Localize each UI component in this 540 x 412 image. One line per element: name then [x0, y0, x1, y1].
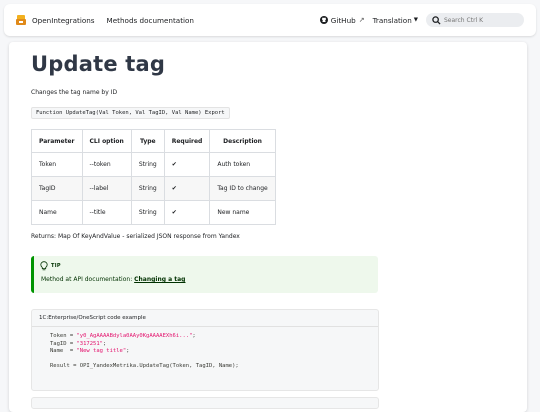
external-link-icon: ↗ [358, 16, 365, 24]
header-description: Description [209, 129, 276, 153]
table-header-row: Parameter CLI option Type Required Descr… [31, 129, 276, 153]
lightbulb-icon [40, 261, 48, 271]
github-icon [319, 16, 328, 24]
search-input[interactable] [444, 16, 516, 24]
cell-parameter: Name [31, 200, 83, 225]
cell-cli-option: --label [81, 176, 132, 201]
tip-body: Method at API documentation: Changing a … [41, 276, 185, 283]
cell-cli-option: --title [81, 200, 132, 225]
brand-link[interactable]: OpenIntegrations [32, 16, 95, 25]
translation-label: Translation [372, 15, 412, 25]
page-description: Changes the tag name by ID [31, 89, 118, 96]
code-example-block: 1C:Enterprise/OneScript code example Tok… [31, 309, 379, 391]
tip-title: TIP [51, 263, 61, 269]
page-title: Update tag [31, 52, 166, 76]
cell-type: String [130, 200, 165, 225]
parameters-table: Parameter CLI option Type Required Descr… [31, 129, 276, 225]
article-card: Update tag Changes the tag name by ID Fu… [9, 42, 527, 412]
translation-dropdown[interactable]: Translation ▼ [373, 16, 418, 25]
github-label: GitHub [330, 15, 356, 25]
cell-description: New name [209, 200, 276, 225]
cell-type: String [130, 176, 165, 201]
cell-required: ✔ [163, 152, 211, 177]
changing-a-tag-link[interactable]: Changing a tag [134, 276, 185, 283]
cell-parameter: Token [31, 152, 83, 177]
cell-parameter: TagID [31, 176, 83, 201]
code-name: Name = "New tag title"; [50, 348, 130, 355]
header-required: Required [163, 129, 211, 153]
github-link[interactable]: GitHub ↗ [319, 15, 365, 25]
cell-required: ✔ [163, 200, 211, 225]
code-content: Token = "y0_AgAAAABdyla0AAy0KgAAAAEXh6i.… [50, 333, 239, 371]
code-token: Token = "y0_AgAAAABdyla0AAy0KgAAAAEXh6i.… [50, 333, 196, 339]
header-type: Type [130, 129, 165, 153]
header-parameter: Parameter [31, 129, 83, 153]
table-row: Name --title String ✔ New name [31, 200, 276, 225]
code-result: Result = OPI_YandexMetrika.UpdateTag(Tok… [50, 363, 239, 370]
tip-text: Method at API documentation: [41, 276, 135, 283]
search-box[interactable] [426, 13, 524, 27]
tip-heading: TIP [40, 261, 61, 271]
navbar: OpenIntegrations Methods documentation G… [4, 4, 536, 36]
table-row: TagID --label String ✔ Tag ID to change [31, 176, 276, 201]
next-code-block [31, 397, 379, 409]
caret-down-icon: ▼ [413, 17, 418, 23]
cell-type: String [130, 152, 165, 177]
cell-required: ✔ [163, 176, 211, 201]
cell-description: Auth token [209, 152, 276, 177]
cell-description: Tag ID to change [209, 176, 276, 201]
search-icon [432, 15, 441, 25]
function-signature: Function UpdateTag(Val Token, Val TagID,… [31, 107, 230, 119]
returns-text: Returns: Map Of KeyAndValue - serialized… [31, 233, 240, 240]
tip-admonition: TIP Method at API documentation: Changin… [31, 256, 378, 293]
logo-icon[interactable] [16, 14, 26, 26]
nav-methods-documentation[interactable]: Methods documentation [107, 16, 194, 25]
cell-cli-option: --token [81, 152, 132, 177]
table-row: Token --token String ✔ Auth token [31, 152, 276, 177]
code-block-title: 1C:Enterprise/OneScript code example [32, 310, 378, 327]
header-cli-option: CLI option [81, 129, 132, 153]
code-tagid: TagID = "317251"; [50, 340, 107, 347]
